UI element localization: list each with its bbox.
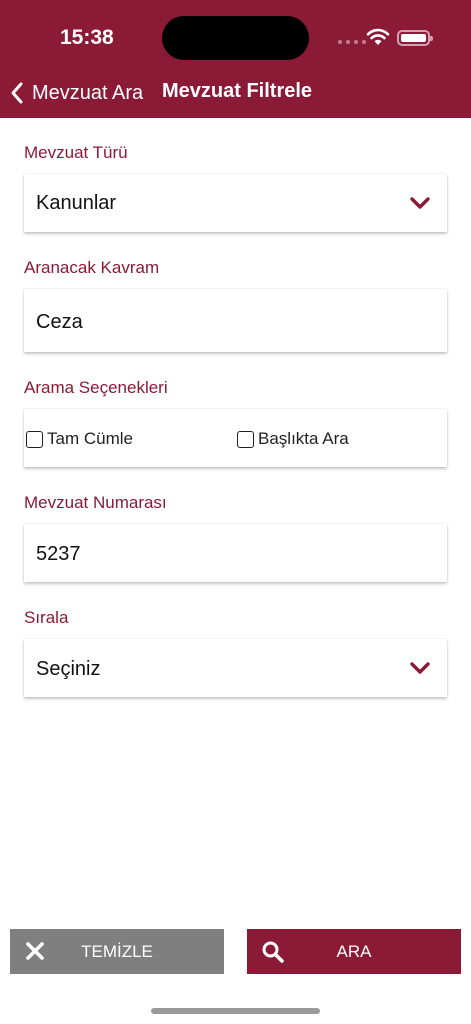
header: 15:38 Mevzuat Ara Mevzuat Filtrele (0, 0, 471, 118)
number-input[interactable]: 5237 (24, 524, 447, 582)
title-search-label: Başlıkta Ara (258, 429, 349, 448)
home-indicator (151, 1008, 320, 1014)
options-label: Arama Seçenekleri (24, 378, 168, 397)
sort-select[interactable]: Seçiniz (24, 639, 447, 697)
clear-button-label: TEMİZLE (81, 941, 153, 961)
keyword-value: Ceza (36, 311, 83, 333)
back-button[interactable]: Mevzuat Ara (10, 78, 143, 108)
sort-value: Seçiniz (36, 658, 101, 680)
cellular-signal-icon (338, 40, 366, 44)
title-search-checkbox[interactable]: Başlıkta Ara (237, 429, 349, 449)
back-label: Mevzuat Ara (32, 81, 144, 104)
battery-icon (397, 30, 433, 46)
number-label: Mevzuat Numarası (24, 493, 167, 512)
sort-label: Sırala (24, 608, 69, 627)
keyword-input[interactable]: Ceza (24, 289, 447, 352)
full-sentence-label: Tam Cümle (47, 429, 133, 448)
keyword-label: Aranacak Kavram (24, 258, 160, 277)
dynamic-island (162, 16, 309, 60)
status-time: 15:38 (60, 26, 114, 49)
search-button[interactable]: ARA (247, 929, 461, 974)
chevron-down-icon (410, 662, 430, 674)
full-sentence-checkbox[interactable]: Tam Cümle (26, 429, 133, 449)
type-label: Mevzuat Türü (24, 143, 128, 162)
chevron-left-icon (11, 82, 23, 104)
clear-button[interactable]: TEMİZLE (10, 929, 224, 974)
checkbox-box (237, 430, 254, 448)
chevron-down-icon (410, 197, 430, 209)
number-value: 5237 (36, 543, 81, 565)
checkbox-box (26, 430, 43, 448)
options-card: Tam Cümle Başlıkta Ara (24, 409, 447, 467)
type-value: Kanunlar (36, 192, 117, 214)
search-button-label: ARA (336, 941, 372, 961)
wifi-icon (366, 28, 390, 45)
type-select[interactable]: Kanunlar (24, 174, 447, 232)
page-title: Mevzuat Filtrele (162, 80, 313, 102)
screen: 15:38 Mevzuat Ara Mevzuat Filtrele Mevzu… (0, 0, 471, 1024)
